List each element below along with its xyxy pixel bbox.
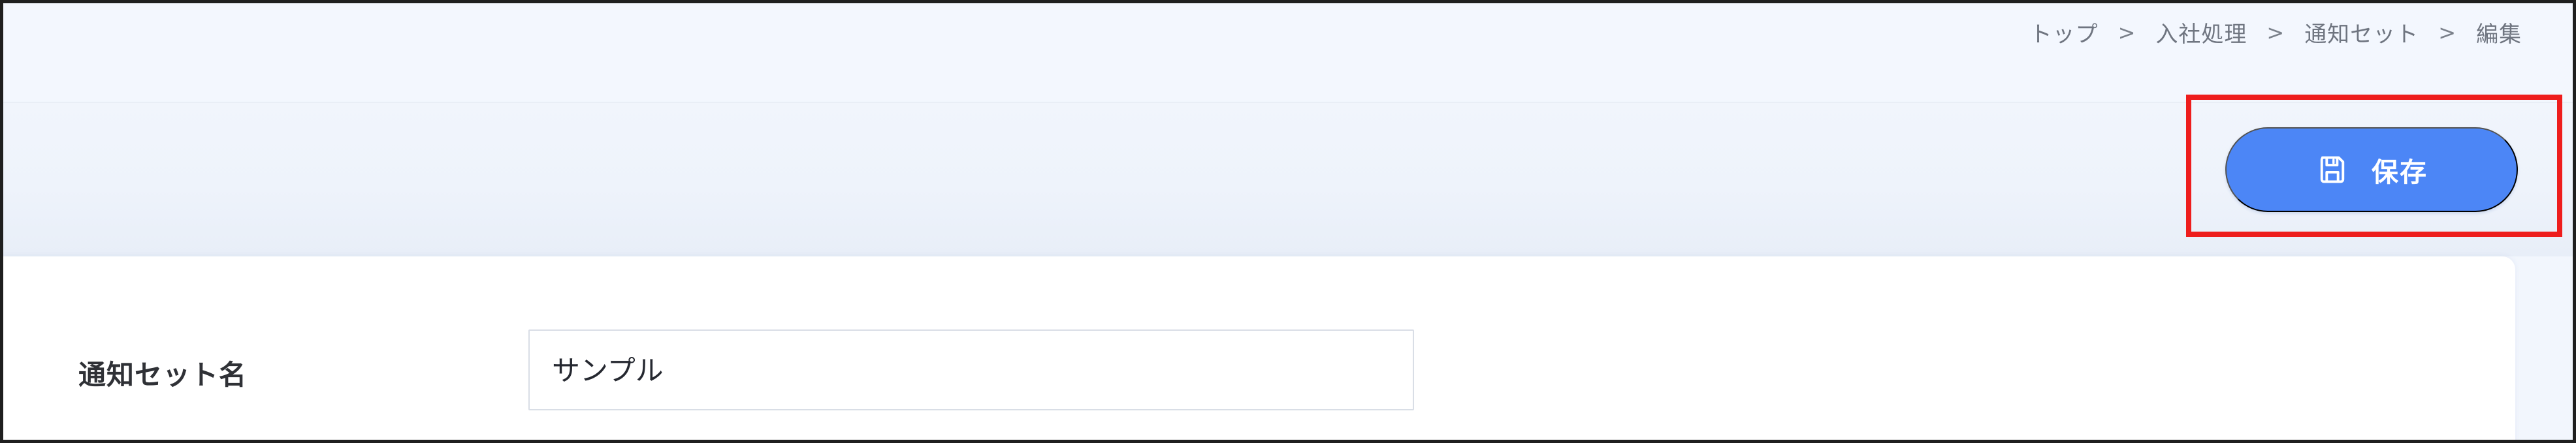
breadcrumb: トップ > 入社処理 > 通知セット > 編集 [2030,16,2522,48]
breadcrumb-item-top[interactable]: トップ [2030,16,2099,48]
save-button[interactable]: 保存 [2225,127,2518,212]
app-window: トップ > 入社処理 > 通知セット > 編集 保存 通知セット名 サンプル [0,0,2576,443]
floppy-disk-icon [2315,153,2349,187]
breadcrumb-separator: > [2266,20,2285,45]
notification-set-name-input[interactable]: サンプル [528,329,1414,410]
breadcrumb-item-notification-set[interactable]: 通知セット [2304,16,2419,48]
notification-set-name-label: 通知セット名 [78,359,248,391]
breadcrumb-separator: > [2117,20,2136,45]
save-button-label: 保存 [2372,157,2428,187]
breadcrumb-item-edit: 編集 [2476,22,2522,48]
toolbar [3,102,2573,256]
header-bar: トップ > 入社処理 > 通知セット > 編集 [3,3,2573,103]
breadcrumb-separator: > [2438,20,2456,45]
breadcrumb-item-onboarding[interactable]: 入社処理 [2155,16,2247,48]
